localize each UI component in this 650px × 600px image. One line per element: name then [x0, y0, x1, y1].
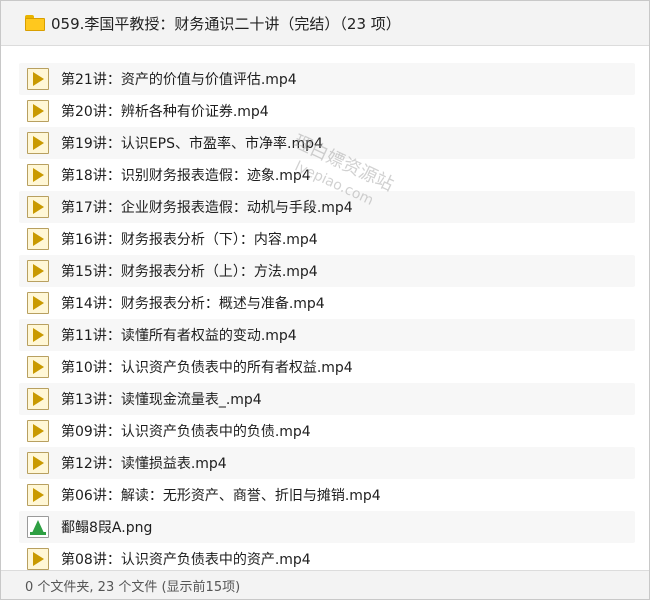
file-name: 第06讲：解读：无形资产、商誉、折旧与摊销.mp4: [61, 488, 381, 504]
video-file-icon: [27, 292, 49, 314]
video-file-icon: [27, 356, 49, 378]
file-row[interactable]: 第14讲：财务报表分析：概述与准备.mp4: [19, 287, 635, 319]
file-row[interactable]: 第15讲：财务报表分析（上）：方法.mp4: [19, 255, 635, 287]
file-row[interactable]: 第20讲：辨析各种有价证券.mp4: [19, 95, 635, 127]
image-file-icon: [27, 516, 49, 538]
video-file-icon: [27, 68, 49, 90]
status-text: 0 个文件夹, 23 个文件 (显示前15项): [25, 579, 241, 595]
file-name: 第21讲：资产的价值与价值评估.mp4: [61, 72, 297, 88]
folder-icon: [25, 15, 45, 31]
file-name: 第14讲：财务报表分析：概述与准备.mp4: [61, 296, 325, 312]
folder-title: 059.李国平教授：财务通识二十讲（完结）（23 项）: [51, 14, 401, 33]
file-name: 第12讲：读懂损益表.mp4: [61, 456, 227, 472]
file-name: 第09讲：认识资产负债表中的负债.mp4: [61, 424, 311, 440]
file-row[interactable]: 第17讲：企业财务报表造假：动机与手段.mp4: [19, 191, 635, 223]
file-row[interactable]: 第16讲：财务报表分析（下）：内容.mp4: [19, 223, 635, 255]
file-row[interactable]: 第13讲：读懂现金流量表_.mp4: [19, 383, 635, 415]
file-row[interactable]: 第08讲：认识资产负债表中的资产.mp4: [19, 543, 635, 570]
file-row[interactable]: 第19讲：认识EPS、市盈率、市净率.mp4: [19, 127, 635, 159]
file-list[interactable]: 第21讲：资产的价值与价值评估.mp4 第20讲：辨析各种有价证券.mp4 第19讲…: [19, 63, 635, 570]
file-name: 第19讲：认识EPS、市盈率、市净率.mp4: [61, 136, 323, 152]
video-file-icon: [27, 484, 49, 506]
video-file-icon: [27, 196, 49, 218]
file-row[interactable]: 第18讲：识别财务报表造假：迹象.mp4: [19, 159, 635, 191]
file-name: 第08讲：认识资产负债表中的资产.mp4: [61, 552, 311, 568]
file-row[interactable]: 第10讲：认识资产负债表中的所有者权益.mp4: [19, 351, 635, 383]
video-file-icon: [27, 260, 49, 282]
file-list-window: 059.李国平教授：财务通识二十讲（完结）（23 项） 第21讲：资产的价值与价…: [0, 0, 650, 600]
video-file-icon: [27, 324, 49, 346]
window-header: 059.李国平教授：财务通识二十讲（完结）（23 项）: [1, 1, 649, 46]
file-name: 第16讲：财务报表分析（下）：内容.mp4: [61, 232, 318, 248]
file-row[interactable]: 第11讲：读懂所有者权益的变动.mp4: [19, 319, 635, 351]
file-name: 第20讲：辨析各种有价证券.mp4: [61, 104, 269, 120]
file-row[interactable]: 鄱鳎8叚A.png: [19, 511, 635, 543]
file-row[interactable]: 第12讲：读懂损益表.mp4: [19, 447, 635, 479]
video-file-icon: [27, 164, 49, 186]
file-name: 第15讲：财务报表分析（上）：方法.mp4: [61, 264, 318, 280]
video-file-icon: [27, 388, 49, 410]
video-file-icon: [27, 100, 49, 122]
file-row[interactable]: 第06讲：解读：无形资产、商誉、折旧与摊销.mp4: [19, 479, 635, 511]
file-name: 第11讲：读懂所有者权益的变动.mp4: [61, 328, 297, 344]
video-file-icon: [27, 452, 49, 474]
file-name: 第10讲：认识资产负债表中的所有者权益.mp4: [61, 360, 353, 376]
video-file-icon: [27, 228, 49, 250]
video-file-icon: [27, 420, 49, 442]
status-bar: 0 个文件夹, 23 个文件 (显示前15项): [1, 570, 649, 599]
file-name: 第18讲：识别财务报表造假：迹象.mp4: [61, 168, 311, 184]
video-file-icon: [27, 548, 49, 570]
file-row[interactable]: 第09讲：认识资产负债表中的负债.mp4: [19, 415, 635, 447]
file-name: 鄱鳎8叚A.png: [61, 520, 153, 536]
file-name: 第13讲：读懂现金流量表_.mp4: [61, 392, 262, 408]
file-row[interactable]: 第21讲：资产的价值与价值评估.mp4: [19, 63, 635, 95]
video-file-icon: [27, 132, 49, 154]
file-name: 第17讲：企业财务报表造假：动机与手段.mp4: [61, 200, 353, 216]
